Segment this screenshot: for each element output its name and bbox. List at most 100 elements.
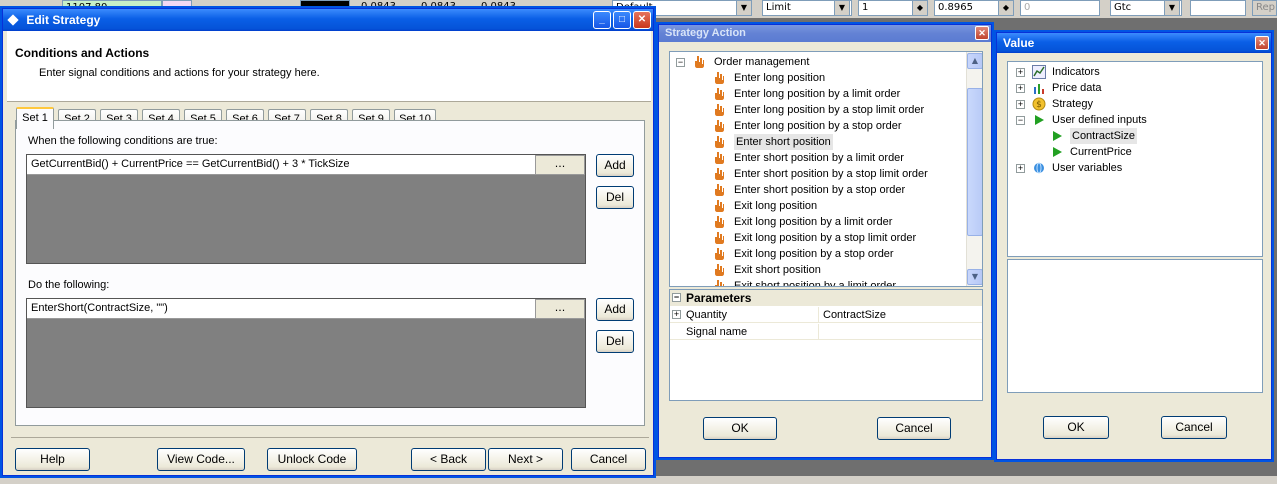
edit-strategy-window: Edit Strategy _ □ ✕ Conditions and Actio…	[2, 8, 654, 476]
action-item-label: Exit long position by a stop limit order	[734, 232, 917, 244]
edit-strategy-titlebar[interactable]: Edit Strategy _ □ ✕	[3, 9, 653, 31]
bg-account-dropdown-icon[interactable]: ▼	[736, 0, 752, 16]
scroll-thumb[interactable]	[967, 88, 982, 236]
condition-expression[interactable]: GetCurrentBid() + CurrentPrice == GetCur…	[27, 155, 535, 175]
delete-condition-button[interactable]: Del	[596, 186, 634, 209]
parameters-collapse-icon[interactable]: −	[672, 293, 681, 302]
hand-icon	[715, 120, 724, 132]
param-value[interactable]: ContractSize	[818, 307, 886, 323]
cancel-button[interactable]: Cancel	[571, 448, 646, 471]
tab-panel-set-1: When the following conditions are true: …	[15, 120, 645, 426]
header-subtitle: Enter signal conditions and actions for …	[39, 67, 320, 79]
expand-icon[interactable]: +	[1016, 164, 1025, 173]
hand-icon	[715, 152, 724, 164]
action-item-label: Enter short position	[734, 134, 833, 150]
tab-set-1[interactable]: Set 1	[16, 107, 54, 129]
hand-icon	[715, 232, 724, 244]
maximize-icon[interactable]: □	[613, 11, 631, 29]
minimize-icon[interactable]: _	[593, 11, 611, 29]
bg-tif-dropdown-icon[interactable]: ▼	[1164, 0, 1180, 16]
hand-icon	[715, 280, 724, 286]
action-item-label: Enter long position by a limit order	[734, 88, 901, 100]
edit-strategy-title: Edit Strategy	[26, 13, 101, 27]
conditions-list[interactable]: GetCurrentBid() + CurrentPrice == GetCur…	[26, 154, 586, 264]
back-button[interactable]: < Back	[411, 448, 486, 471]
bg-price-spinner-icon[interactable]: ◆	[998, 0, 1014, 16]
footer-divider	[11, 437, 649, 438]
close-icon[interactable]: ✕	[633, 11, 651, 29]
condition-ellipsis-button[interactable]: ...	[535, 155, 585, 175]
action-tree: − Order management Enter long position En…	[669, 51, 983, 287]
value-titlebar[interactable]: Value ✕	[997, 33, 1271, 53]
expand-icon[interactable]: +	[1016, 84, 1025, 93]
collapse-icon[interactable]: −	[1016, 116, 1025, 125]
param-value[interactable]	[818, 324, 978, 340]
help-button[interactable]: Help	[15, 448, 90, 471]
action-item-label: Exit long position	[734, 200, 818, 212]
action-tree-scrollbar[interactable]: ▲ ▼	[966, 52, 982, 286]
next-button[interactable]: Next >	[488, 448, 563, 471]
value-window: Value ✕ + Indicators + Price data + $ Strategy…	[996, 32, 1272, 460]
bg-order-type-dropdown-icon[interactable]: ▼	[834, 0, 850, 16]
value-tree-label: CurrentPrice	[1070, 146, 1132, 158]
action-item-label: Enter short position by a limit order	[734, 152, 904, 164]
hand-icon	[715, 104, 724, 116]
value-title: Value	[1003, 36, 1035, 50]
strategy-action-close-icon[interactable]: ✕	[975, 26, 989, 40]
hand-icon	[715, 184, 724, 196]
action-item-label: Exit short position	[734, 264, 821, 276]
delete-action-button[interactable]: Del	[596, 330, 634, 353]
expand-icon[interactable]: +	[1016, 68, 1025, 77]
add-action-button[interactable]: Add	[596, 298, 634, 321]
value-ok-button[interactable]: OK	[1043, 416, 1109, 439]
actions-list[interactable]: EnterShort(ContractSize, "") ...	[26, 298, 586, 408]
actions-label: Do the following:	[28, 279, 110, 291]
header-title: Conditions and Actions	[15, 46, 150, 60]
unlock-code-button[interactable]: Unlock Code	[267, 448, 357, 471]
param-row-signal-name[interactable]: Signal name	[670, 324, 982, 340]
hand-icon	[715, 216, 724, 228]
param-row-quantity[interactable]: + Quantity ContractSize	[670, 307, 982, 323]
view-code-button[interactable]: View Code...	[157, 448, 245, 471]
strategy-diamond-icon	[7, 14, 19, 26]
scroll-up-icon[interactable]: ▲	[967, 53, 982, 69]
value-close-icon[interactable]: ✕	[1255, 36, 1269, 50]
value-cancel-button[interactable]: Cancel	[1161, 416, 1227, 439]
expand-icon[interactable]: +	[1016, 100, 1025, 109]
scroll-down-icon[interactable]: ▼	[967, 269, 982, 285]
hand-icon	[715, 72, 724, 84]
bg-qty-spinner-icon[interactable]: ◆	[912, 0, 928, 16]
action-ellipsis-button[interactable]: ...	[535, 299, 585, 319]
add-condition-button[interactable]: Add	[596, 154, 634, 177]
header-divider	[7, 101, 651, 102]
header-panel: Conditions and Actions Enter signal cond…	[7, 31, 651, 101]
hand-icon	[715, 88, 724, 100]
svg-text:$: $	[1036, 100, 1042, 110]
value-tree-label: Strategy	[1052, 98, 1093, 110]
bg-blank-field[interactable]	[1190, 0, 1246, 16]
action-item-label: Enter short position by a stop order	[734, 184, 906, 196]
bg-stop-field[interactable]: 0	[1020, 0, 1100, 16]
background-bottom-strip: 7:46:0	[0, 470, 1277, 484]
hand-icon	[715, 200, 724, 212]
strategy-action-ok-button[interactable]: OK	[703, 417, 777, 440]
quantity-expand-icon[interactable]: +	[672, 310, 681, 319]
action-item-label: Exit short position by a limit order	[734, 280, 897, 287]
value-tree-label: User variables	[1052, 162, 1123, 174]
hand-icon	[695, 56, 704, 68]
action-item-label: Enter long position	[734, 72, 826, 84]
parameters-title: Parameters	[686, 291, 752, 305]
hand-icon	[715, 136, 724, 148]
tree-root-label: Order management	[714, 56, 810, 68]
strategy-action-titlebar[interactable]: Strategy Action ✕	[659, 25, 991, 42]
action-item-label: Enter short position by a stop limit ord…	[734, 168, 928, 180]
action-item-label: Enter long position by a stop order	[734, 120, 902, 132]
bg-replace-button[interactable]: Rep	[1252, 0, 1277, 16]
action-expression[interactable]: EnterShort(ContractSize, "")	[27, 299, 535, 319]
collapse-icon[interactable]: −	[676, 58, 685, 67]
parameters-header: − Parameters	[670, 290, 982, 306]
param-name: Quantity	[686, 309, 727, 321]
value-tree-label: Indicators	[1052, 66, 1100, 78]
play-arrow-icon	[1032, 113, 1046, 132]
strategy-action-cancel-button[interactable]: Cancel	[877, 417, 951, 440]
